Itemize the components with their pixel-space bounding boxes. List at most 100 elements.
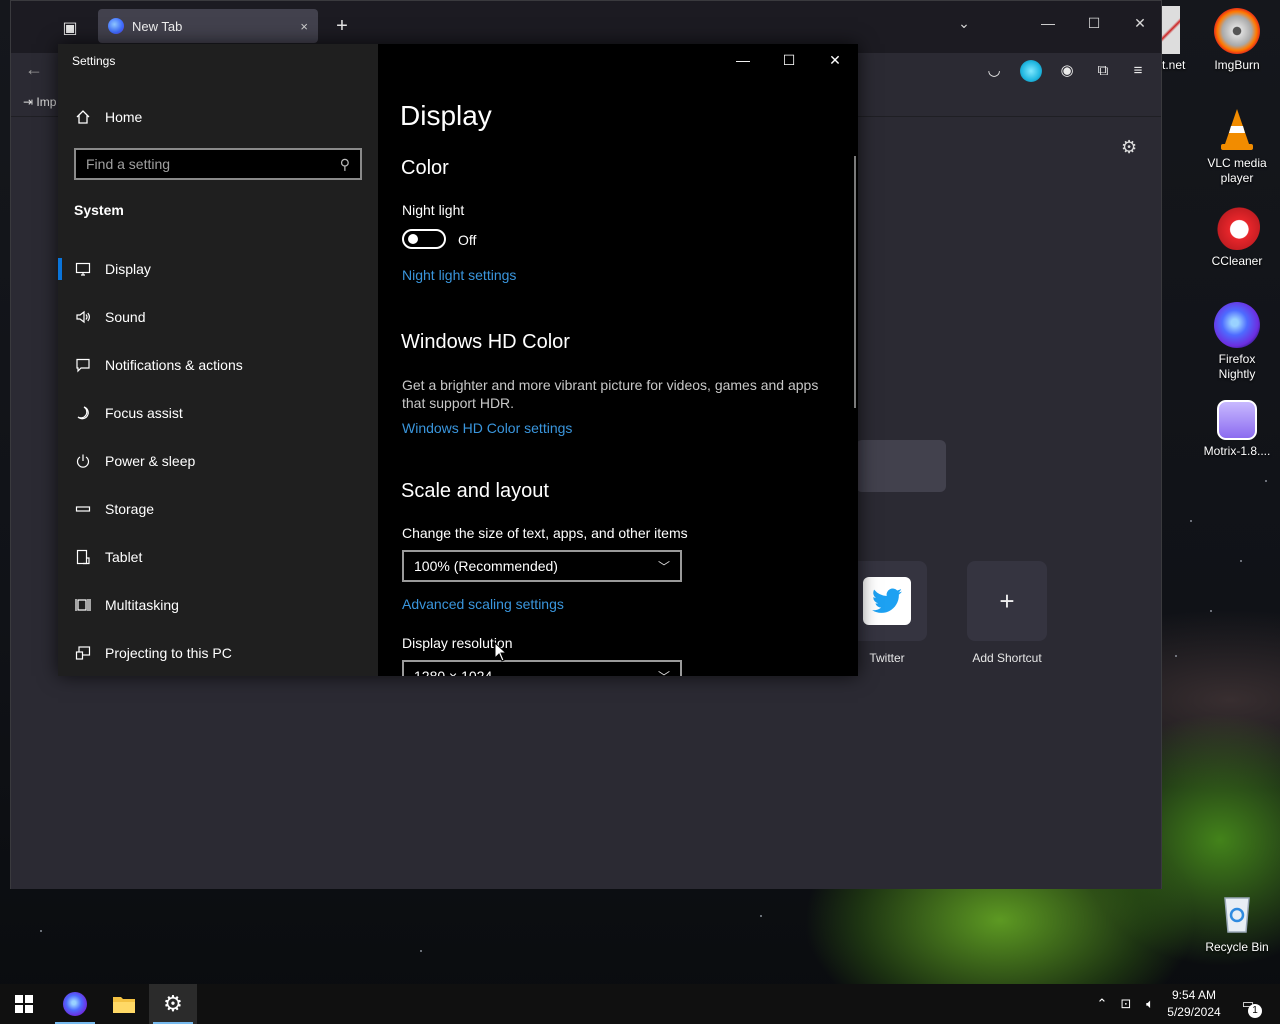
heading-hd-color: Windows HD Color xyxy=(401,331,570,353)
desktop-icon-label: CCleaner xyxy=(1211,254,1263,268)
search-icon[interactable]: ⚲ xyxy=(340,156,350,173)
sidebar-item-label: Sound xyxy=(105,309,146,325)
hamburger-menu-icon[interactable]: ≡ xyxy=(1127,60,1149,82)
notification-count-badge: 1 xyxy=(1248,1004,1262,1018)
chevron-up-icon[interactable]: ⌃ xyxy=(1092,994,1112,1014)
tablet-icon xyxy=(74,548,92,566)
browser-tab[interactable]: New Tab × xyxy=(98,9,318,43)
toggle-knob xyxy=(408,234,418,244)
taskbar-settings[interactable]: ⚙ xyxy=(149,984,197,1024)
sidebar-item-storage[interactable]: Storage xyxy=(58,485,378,533)
sidebar-item-label: Display xyxy=(105,261,151,277)
advanced-scaling-link[interactable]: Advanced scaling settings xyxy=(402,596,564,612)
search-input[interactable] xyxy=(86,156,340,172)
sidebar-item-label: Focus assist xyxy=(105,405,183,421)
desktop-icon-label: ImgBurn xyxy=(1214,58,1260,72)
sidebar-item-multitasking[interactable]: Multitasking xyxy=(58,581,378,629)
scale-value: 100% (Recommended) xyxy=(414,558,558,574)
extensions-puzzle-icon[interactable]: ⧉ xyxy=(1092,60,1114,82)
account-icon[interactable]: ◉ xyxy=(1056,60,1078,82)
settings-maximize-button[interactable]: ☐ xyxy=(772,52,806,76)
browser-minimize-button[interactable]: — xyxy=(1033,15,1063,39)
tab-list-chevron-icon[interactable]: ⌄ xyxy=(949,15,979,39)
add-shortcut-button[interactable]: + xyxy=(967,561,1047,641)
desktop-icon-imgburn[interactable]: ImgBurn xyxy=(1199,8,1275,73)
desktop-icon-firefox-nightly[interactable]: Firefox Nightly xyxy=(1199,302,1275,382)
scale-label: Change the size of text, apps, and other… xyxy=(402,525,688,541)
new-tab-button[interactable]: + xyxy=(329,13,355,39)
start-button[interactable] xyxy=(0,984,48,1024)
sidebar-item-projecting[interactable]: Projecting to this PC xyxy=(58,629,378,677)
notification-icon xyxy=(74,356,92,374)
settings-window: Settings Home ⚲ System Display Sou xyxy=(58,44,858,676)
settings-sidebar: Settings Home ⚲ System Display Sou xyxy=(58,44,378,676)
traffic-cone-icon xyxy=(1214,106,1260,152)
power-icon xyxy=(74,452,92,470)
ccleaner-icon xyxy=(1214,204,1260,250)
desktop-icon-label: Firefox Nightly xyxy=(1218,352,1256,381)
bookmark-import[interactable]: ⇥ Imp xyxy=(23,95,56,109)
chevron-down-icon: ﹀ xyxy=(658,668,670,677)
desktop-icon-recycle-bin[interactable]: Recycle Bin xyxy=(1199,890,1275,955)
night-light-toggle[interactable] xyxy=(402,229,446,249)
taskbar-firefox-nightly[interactable] xyxy=(51,984,99,1024)
taskbar-clock[interactable]: 9:54 AM 5/29/2024 xyxy=(1162,987,1226,1021)
extension-avatar-icon[interactable] xyxy=(1020,60,1042,82)
tab-title: New Tab xyxy=(132,18,183,34)
settings-nav-list: Display Sound Notifications & actions Fo… xyxy=(58,245,378,677)
resolution-dropdown[interactable]: 1280 × 1024 ﹀ xyxy=(402,660,682,676)
desktop-icon-motrix[interactable]: Motrix-1.8.... xyxy=(1199,400,1275,459)
motrix-icon xyxy=(1217,400,1257,440)
multitasking-icon xyxy=(74,596,92,614)
taskbar-file-explorer[interactable] xyxy=(100,984,148,1024)
volume-muted-icon[interactable]: 🔈︎ xyxy=(1140,994,1160,1014)
new-tab-search-bar[interactable] xyxy=(856,440,946,492)
gear-icon[interactable]: ⚙ xyxy=(1121,137,1137,158)
window-title: Settings xyxy=(72,54,116,68)
windows-logo-icon xyxy=(15,995,33,1013)
desktop-icon-ccleaner[interactable]: CCleaner xyxy=(1199,204,1275,269)
settings-search-box: ⚲ xyxy=(74,148,362,180)
partial-desktop-icon[interactable] xyxy=(1162,6,1180,54)
settings-close-button[interactable]: ✕ xyxy=(818,52,852,76)
firefox-nightly-icon xyxy=(1214,302,1260,348)
back-arrow-icon[interactable]: ← xyxy=(25,59,43,80)
desktop-icon-vlc[interactable]: VLC media player xyxy=(1199,106,1275,186)
scale-dropdown[interactable]: 100% (Recommended) ﹀ xyxy=(402,550,682,582)
sidebar-item-sound[interactable]: Sound xyxy=(58,293,378,341)
night-light-label: Night light xyxy=(402,202,465,218)
pocket-icon[interactable]: ◡ xyxy=(983,60,1005,82)
chevron-down-icon: ﹀ xyxy=(657,559,670,574)
desktop-icon-label: VLC media player xyxy=(1207,156,1267,185)
settings-minimize-button[interactable]: — xyxy=(726,52,760,76)
tab-overview-icon[interactable]: ▣ xyxy=(55,13,85,43)
nav-home[interactable]: Home xyxy=(74,108,142,126)
plus-icon: + xyxy=(999,585,1015,616)
sidebar-item-label: Multitasking xyxy=(105,597,179,613)
sidebar-item-label: Storage xyxy=(105,501,155,517)
browser-close-button[interactable]: ✕ xyxy=(1125,15,1155,39)
scrollbar[interactable] xyxy=(854,156,856,408)
settings-main-pane: — ☐ ✕ Display Color Night light Off Nigh… xyxy=(378,44,858,676)
night-light-settings-link[interactable]: Night light settings xyxy=(402,267,516,283)
hd-color-settings-link[interactable]: Windows HD Color settings xyxy=(402,420,572,436)
sidebar-item-power-sleep[interactable]: Power & sleep xyxy=(58,437,378,485)
sidebar-item-notifications[interactable]: Notifications & actions xyxy=(58,341,378,389)
network-icon[interactable]: ⊡ xyxy=(1116,994,1136,1014)
firefox-nightly-icon xyxy=(63,992,87,1016)
tab-close-icon[interactable]: × xyxy=(300,19,308,34)
page-title: Display xyxy=(400,100,492,131)
heading-scale-layout: Scale and layout xyxy=(401,480,549,502)
folder-icon xyxy=(113,997,135,1013)
sidebar-item-tablet[interactable]: Tablet xyxy=(58,533,378,581)
browser-maximize-button[interactable]: ☐ xyxy=(1079,15,1109,39)
desktop-icon-label: Recycle Bin xyxy=(1205,940,1269,954)
sidebar-item-focus-assist[interactable]: Focus assist xyxy=(58,389,378,437)
projector-icon xyxy=(74,644,92,662)
disc-flame-icon xyxy=(1214,8,1260,54)
shortcut-twitter[interactable] xyxy=(847,561,927,641)
moon-icon xyxy=(74,404,92,422)
sidebar-item-display[interactable]: Display xyxy=(58,245,378,293)
shortcut-label-add: Add Shortcut xyxy=(972,651,1042,665)
resolution-value: 1280 × 1024 xyxy=(414,668,493,676)
